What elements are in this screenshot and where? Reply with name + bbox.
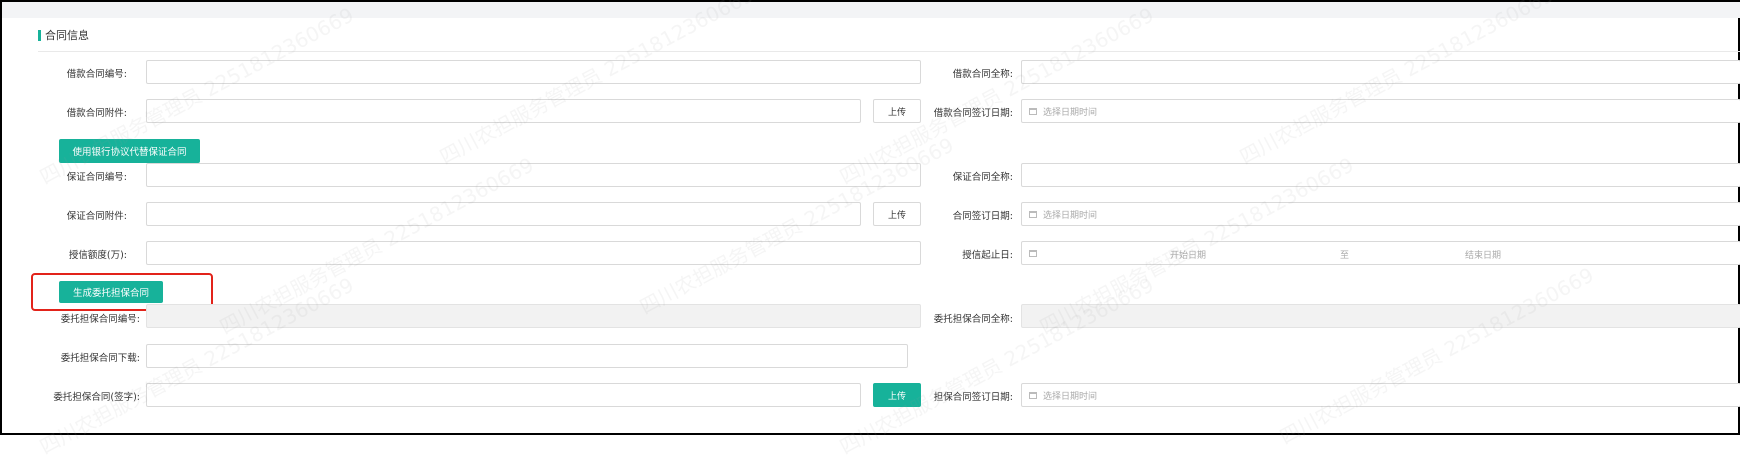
entrust-contract-no-label: 委托担保合同编号: (60, 314, 140, 325)
entrust-contract-no-input[interactable] (146, 304, 921, 328)
entrust-download-label: 委托担保合同下载: (60, 353, 140, 364)
entrust-contract-name-label: 委托担保合同全称: (933, 314, 1013, 325)
credit-amount-input[interactable] (146, 241, 921, 265)
section-accent-bar (38, 29, 41, 41)
entrust-signed-input[interactable] (146, 383, 861, 407)
calendar-icon (1029, 249, 1037, 257)
credit-amount-label: 授信额度(万): (68, 250, 127, 261)
loan-contract-no-input[interactable] (146, 60, 921, 84)
guarantee-sign-date-label: 合同签订日期: (952, 211, 1013, 222)
loan-upload-button[interactable]: 上传 (873, 99, 921, 123)
guarantee-contract-no-input[interactable] (146, 163, 921, 187)
loan-contract-name-input[interactable] (1021, 60, 1740, 84)
entrust-upload-button[interactable]: 上传 (873, 383, 921, 407)
guarantee-sign-date-picker[interactable]: 选择日期时间 (1021, 202, 1740, 226)
page-background-strip (2, 2, 1740, 18)
entrust-signed-label: 委托担保合同(签字): (53, 392, 140, 403)
entrust-contract-name-input[interactable] (1021, 304, 1740, 328)
calendar-icon (1029, 391, 1037, 399)
credit-range-picker[interactable] (1021, 241, 1740, 265)
credit-range-label: 授信起止日: (962, 250, 1013, 261)
section-divider (38, 51, 1740, 52)
entrust-sign-date-picker[interactable]: 选择日期时间 (1021, 383, 1740, 407)
loan-contract-no-label: 借款合同编号: (66, 69, 127, 80)
loan-sign-date-placeholder: 选择日期时间 (1043, 107, 1098, 118)
guarantee-attachment-label: 保证合同附件: (66, 211, 127, 222)
section-header: 合同信息 (38, 28, 89, 42)
loan-attachment-input[interactable] (146, 99, 861, 123)
range-end-placeholder: 结束日期 (1465, 251, 1502, 261)
guarantee-contract-name-input[interactable] (1021, 163, 1740, 187)
guarantee-contract-no-label: 保证合同编号: (66, 172, 127, 183)
loan-sign-date-picker[interactable]: 选择日期时间 (1021, 99, 1740, 123)
loan-attachment-label: 借款合同附件: (66, 108, 127, 119)
calendar-icon (1029, 107, 1037, 115)
entrust-sign-date-placeholder: 选择日期时间 (1043, 391, 1098, 402)
loan-contract-name-label: 借款合同全称: (952, 69, 1013, 80)
calendar-icon (1029, 210, 1037, 218)
range-separator: 至 (1340, 251, 1350, 261)
guarantee-sign-date-placeholder: 选择日期时间 (1043, 210, 1098, 221)
guarantee-upload-button[interactable]: 上传 (873, 202, 921, 226)
entrust-download-input[interactable] (146, 344, 908, 368)
guarantee-contract-name-label: 保证合同全称: (952, 172, 1013, 183)
range-start-placeholder: 开始日期 (1170, 251, 1207, 261)
entrust-sign-date-label: 担保合同签订日期: (933, 392, 1013, 403)
guarantee-attachment-input[interactable] (146, 202, 861, 226)
loan-sign-date-label: 借款合同签订日期: (933, 108, 1013, 119)
use-bank-agreement-button[interactable]: 使用银行协议代替保证合同 (59, 139, 200, 163)
section-title: 合同信息 (45, 29, 89, 42)
